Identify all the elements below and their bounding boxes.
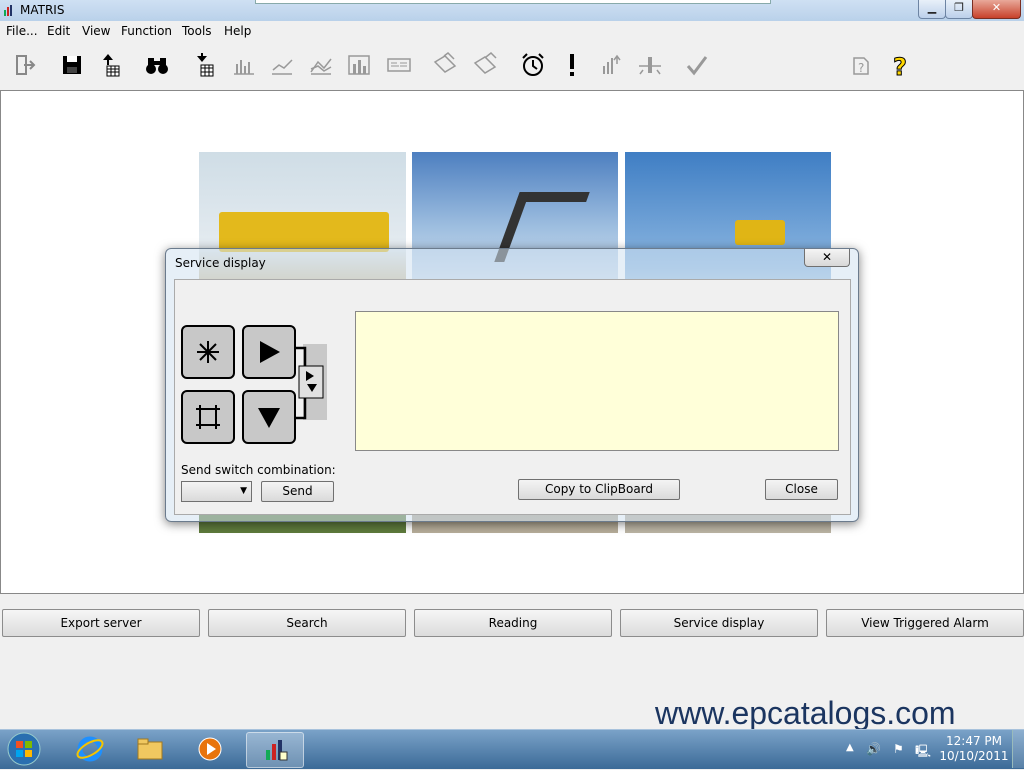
watermark-text: www.epcatalogs.com [655, 695, 956, 731]
maximize-button[interactable]: ❐ [945, 0, 973, 19]
alarm-clock-icon[interactable] [518, 50, 548, 80]
action-center-flag-icon[interactable]: ⚑ [893, 742, 904, 756]
copy-to-clipboard-button[interactable]: Copy to ClipBoard [518, 479, 680, 500]
column-chart-icon[interactable] [344, 50, 374, 80]
menu-help[interactable]: Help [224, 24, 251, 38]
menu-edit[interactable]: Edit [47, 24, 70, 38]
windows-orb-icon [7, 732, 41, 766]
svg-text:?: ? [893, 53, 907, 78]
close-x-icon: ✕ [821, 250, 833, 264]
send-button[interactable]: Send [261, 481, 334, 502]
service-display-dialog: Service display ✕ Send switch combinatio… [165, 248, 859, 522]
dialog-panel: Send switch combination: ▼ Send Copy to … [174, 279, 851, 515]
internet-explorer-icon [76, 736, 104, 762]
card-icon[interactable] [384, 50, 414, 80]
switch-combination-select[interactable]: ▼ [181, 481, 252, 502]
download-table-icon[interactable] [190, 50, 220, 80]
taskbar-ie[interactable] [62, 732, 118, 766]
close-icon: ✕ [991, 1, 1002, 14]
minimize-icon: ▁ [927, 1, 937, 14]
close-button[interactable]: Close [765, 479, 838, 500]
minimize-button[interactable]: ▁ [918, 0, 946, 19]
close-window-button[interactable]: ✕ [972, 0, 1021, 19]
bar-chart-icon[interactable] [228, 50, 258, 80]
checkmark-icon[interactable] [682, 50, 712, 80]
loader-shape [735, 220, 785, 245]
dialog-title: Service display [175, 256, 266, 270]
volume-icon[interactable]: 🔊 [866, 742, 881, 756]
upload-table-icon[interactable] [96, 50, 126, 80]
send-switch-label: Send switch combination: [181, 463, 336, 477]
view-triggered-alarm-button[interactable]: View Triggered Alarm [826, 609, 1024, 637]
menu-file[interactable]: File... [6, 24, 38, 38]
menu-view[interactable]: View [82, 24, 110, 38]
alert-exclamation-icon[interactable] [557, 50, 587, 80]
save-icon[interactable] [57, 50, 87, 80]
area-chart-icon[interactable] [306, 50, 336, 80]
switch-frame-button[interactable] [181, 390, 235, 444]
bar-sort-icon[interactable] [597, 50, 627, 80]
svg-text:?: ? [858, 61, 864, 75]
asterisk-icon [197, 341, 219, 363]
clock-date: 10/10/2011 [939, 749, 1009, 763]
play-down-icon [258, 408, 280, 428]
taskbar-media-player[interactable] [182, 732, 238, 766]
menu-bar: File... Edit View Function Tools Help [0, 21, 1024, 41]
app-chart-icon [4, 5, 12, 16]
dialog-close-x-button[interactable]: ✕ [804, 249, 850, 267]
switch-right-arrow-button[interactable] [242, 325, 296, 379]
taskbar: ▲ 🔊 ⚑ 🖳 12:47 PM 10/10/2011 [0, 729, 1024, 769]
exit-icon[interactable] [10, 50, 40, 80]
show-desktop-button[interactable] [1012, 730, 1024, 768]
menu-tools[interactable]: Tools [182, 24, 212, 38]
restore-icon: ❐ [954, 1, 964, 14]
taskbar-explorer[interactable] [122, 732, 178, 766]
top-strip [255, 0, 771, 4]
dropdown-arrow-icon: ▼ [240, 486, 247, 496]
truck-shape [219, 212, 389, 252]
taskbar-matris[interactable] [246, 732, 304, 768]
export-server-button[interactable]: Export server [2, 609, 200, 637]
start-button[interactable] [4, 731, 44, 767]
matris-chart-icon [266, 740, 288, 761]
switch-down-arrow-button[interactable] [242, 390, 296, 444]
title-bar: MATRIS ▁ ❐ ✕ [0, 0, 1024, 21]
binoculars-icon[interactable] [142, 50, 172, 80]
output-textarea[interactable] [355, 311, 839, 451]
help-question-icon[interactable]: ? [886, 50, 916, 80]
service-display-button[interactable]: Service display [620, 609, 818, 637]
system-clock[interactable]: 12:47 PM 10/10/2011 [938, 734, 1010, 764]
switch-combo-bracket-icon [295, 344, 327, 420]
erase-all-icon[interactable] [470, 50, 500, 80]
window-title: MATRIS [20, 3, 65, 17]
line-chart-icon[interactable] [267, 50, 297, 80]
frame-square-icon [196, 405, 220, 429]
search-button[interactable]: Search [208, 609, 406, 637]
play-right-icon [260, 341, 280, 363]
switch-asterisk-button[interactable] [181, 325, 235, 379]
toolbar: ? ? [0, 41, 1024, 89]
media-player-icon [198, 737, 222, 761]
clock-time: 12:47 PM [946, 734, 1002, 748]
context-help-icon[interactable]: ? [846, 50, 876, 80]
menu-function[interactable]: Function [121, 24, 172, 38]
threshold-icon[interactable] [635, 50, 665, 80]
reading-button[interactable]: Reading [414, 609, 612, 637]
folder-icon [137, 738, 163, 760]
tray-show-hidden-icon[interactable]: ▲ [846, 742, 854, 753]
erase-document-icon[interactable] [430, 50, 460, 80]
network-icon[interactable]: 🖳 [915, 742, 931, 763]
